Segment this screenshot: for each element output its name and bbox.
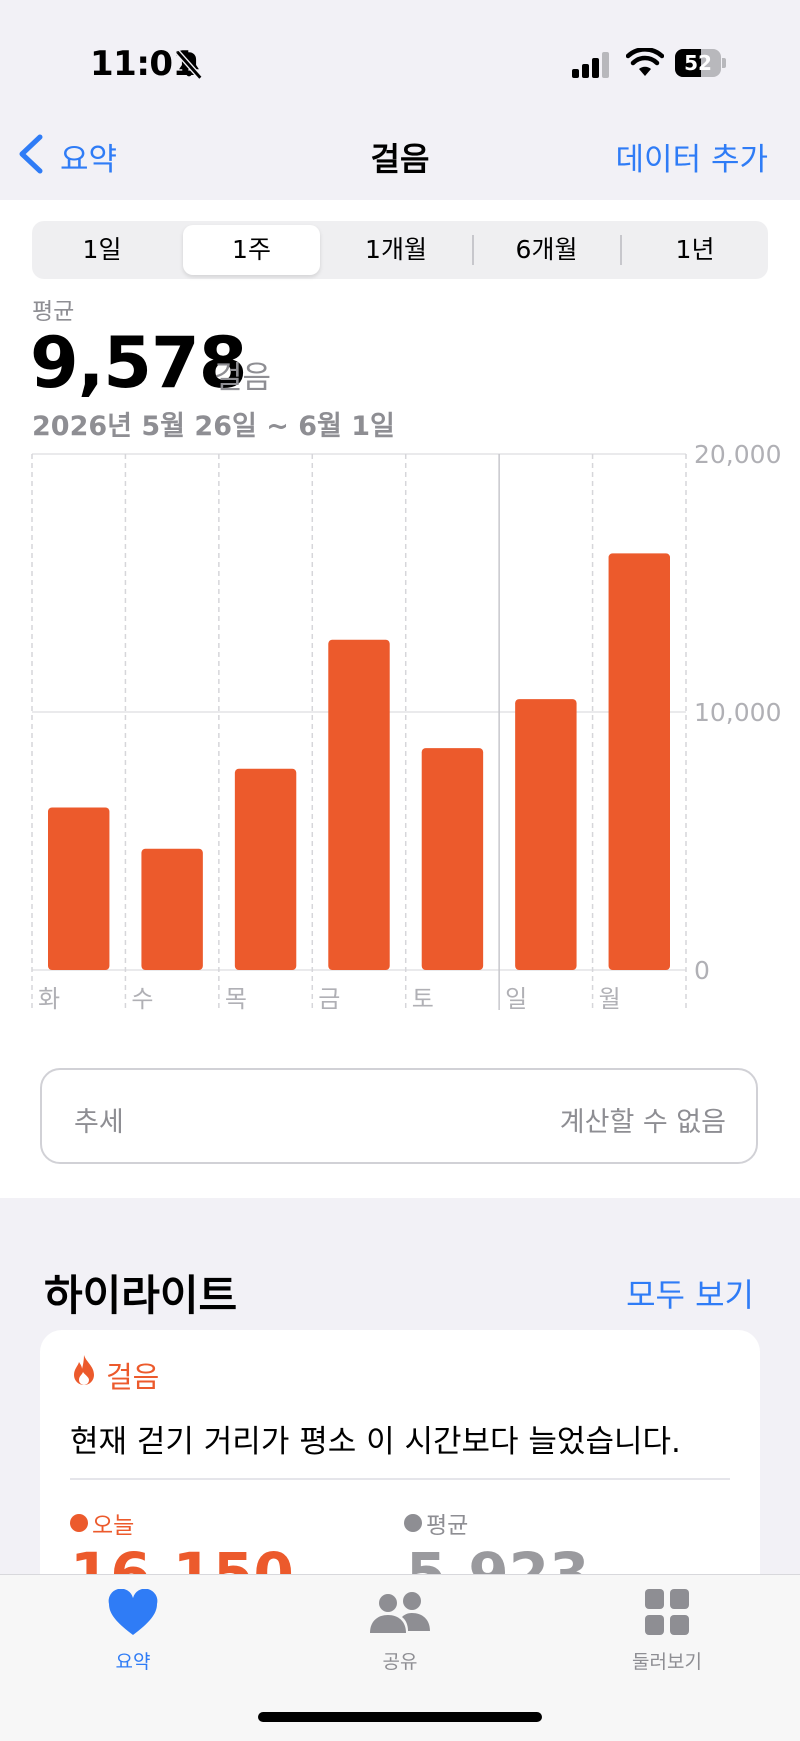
x-tick-label: 목 xyxy=(225,985,247,1013)
x-tick-label: 월 xyxy=(599,985,621,1013)
average-dot-icon xyxy=(404,1514,422,1532)
tab-summary[interactable]: 요약 xyxy=(33,1575,233,1695)
bar-월 xyxy=(608,553,670,970)
segment-week[interactable]: 1주 xyxy=(183,225,320,275)
highlights-title: 하이라이트 xyxy=(44,1271,238,1320)
cellular-signal-icon xyxy=(572,52,612,78)
segment-year[interactable]: 1년 xyxy=(622,221,768,279)
wifi-icon xyxy=(626,48,664,76)
average-unit: 걸음 xyxy=(214,360,272,396)
segment-month[interactable]: 1개월 xyxy=(326,221,466,279)
bar-목 xyxy=(234,768,297,970)
today-dot-icon xyxy=(70,1514,88,1532)
highlight-message: 현재 걷기 거리가 평소 이 시간보다 늘었습니다. xyxy=(70,1424,681,1460)
trend-label: 추세 xyxy=(74,1107,124,1138)
y-tick-label: 20,000 xyxy=(694,440,781,469)
y-tick-label: 0 xyxy=(694,956,710,985)
people-icon xyxy=(370,1592,430,1633)
flame-icon xyxy=(74,1355,94,1385)
battery-icon: 52 xyxy=(675,49,727,77)
average-label: 평균 xyxy=(32,299,75,325)
x-tick-label: 수 xyxy=(131,985,153,1013)
segment-day[interactable]: 1일 xyxy=(32,221,172,279)
home-indicator xyxy=(258,1712,542,1722)
x-tick-label: 토 xyxy=(412,985,434,1013)
bar-금 xyxy=(328,639,390,970)
heart-icon xyxy=(108,1589,158,1635)
bar-일 xyxy=(515,699,577,970)
y-tick-label: 10,000 xyxy=(694,698,781,727)
add-data-button[interactable]: 데이터 추가 xyxy=(616,134,768,179)
x-tick-label: 금 xyxy=(318,985,340,1013)
today-label: 오늘 xyxy=(92,1513,135,1539)
x-tick-label: 화 xyxy=(38,985,60,1013)
segment-6month[interactable]: 6개월 xyxy=(474,221,619,279)
tab-summary-label: 요약 xyxy=(115,1651,151,1673)
see-all-link[interactable]: 모두 보기 xyxy=(626,1270,754,1316)
card-average-label: 평균 xyxy=(426,1513,469,1539)
card-divider xyxy=(70,1478,730,1480)
tab-sharing-label: 공유 xyxy=(382,1651,418,1673)
date-range: 2026년 5월 26일 ~ 6월 1일 xyxy=(32,411,395,442)
tab-sharing[interactable]: 공유 xyxy=(300,1575,500,1695)
period-segmented-control: 1일 1주 1개월 6개월 1년 xyxy=(32,221,768,279)
x-tick-label: 일 xyxy=(505,985,527,1013)
bar-수 xyxy=(141,848,203,970)
bar-화 xyxy=(48,807,110,970)
highlight-category: 걸음 xyxy=(106,1360,160,1394)
trend-row[interactable]: 추세 계산할 수 없음 xyxy=(40,1068,758,1164)
grid-icon xyxy=(645,1589,689,1635)
bar-토 xyxy=(421,748,484,970)
tab-browse-label: 둘러보기 xyxy=(632,1651,702,1673)
battery-level: 52 xyxy=(684,51,712,75)
steps-bar-chart[interactable]: 화 수 목 금 토 일 월 20,000 10,000 0 xyxy=(0,440,800,1020)
trend-value: 계산할 수 없음 xyxy=(559,1107,726,1138)
bell-muted-icon xyxy=(175,50,203,80)
tab-browse[interactable]: 둘러보기 xyxy=(567,1575,767,1695)
